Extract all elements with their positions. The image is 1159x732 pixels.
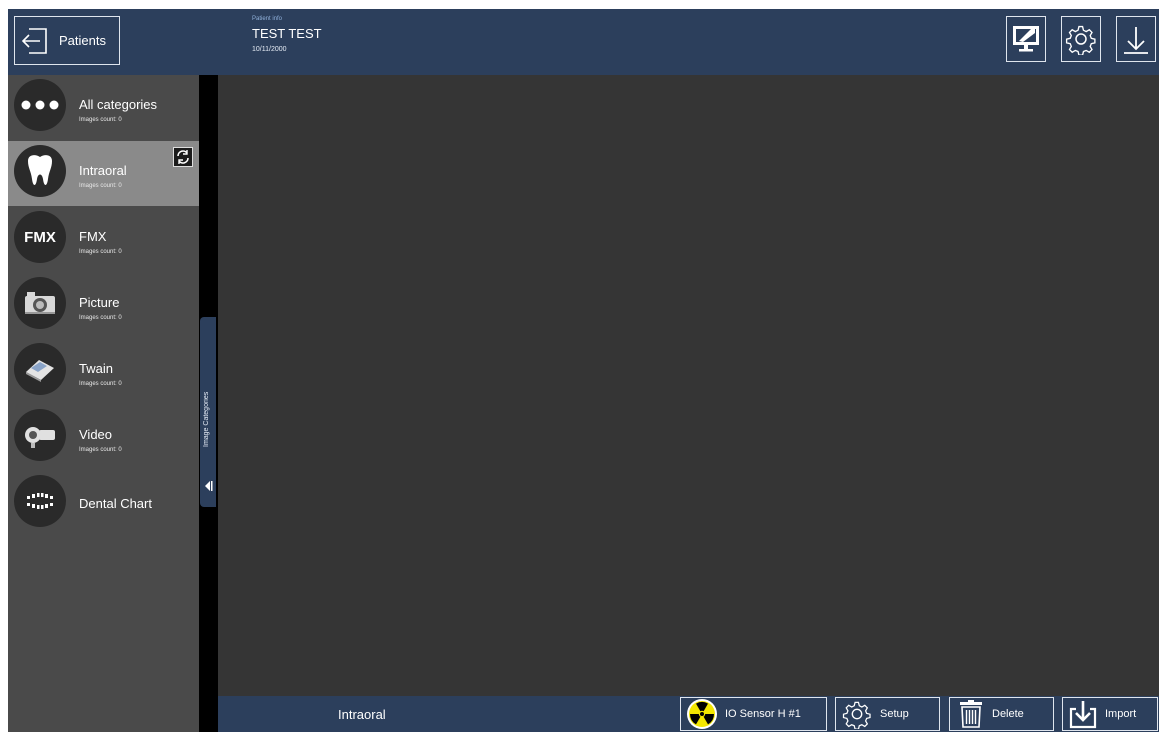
image-viewer-area[interactable]	[218, 75, 1159, 696]
bottom-toolbar: Intraoral IO Sensor H #1 Setup Delete Im…	[218, 696, 1159, 732]
setup-label: Setup	[880, 708, 909, 720]
category-dental-chart[interactable]: Dental Chart	[8, 471, 199, 536]
category-label: Intraoral	[79, 163, 127, 178]
category-count: Images count: 0	[79, 183, 122, 189]
category-label: Dental Chart	[79, 496, 152, 511]
patient-info-caption: Patient info	[252, 16, 283, 22]
category-count: Images count: 0	[79, 249, 122, 255]
category-count: Images count: 0	[79, 447, 122, 453]
dots-icon	[14, 79, 66, 131]
patient-name: TEST TEST	[252, 26, 322, 41]
category-video[interactable]: Video Images count: 0	[8, 405, 199, 470]
category-all[interactable]: All categories Images count: 0	[8, 75, 199, 140]
patients-button[interactable]: Patients	[14, 16, 120, 65]
import-label: Import	[1105, 708, 1137, 720]
category-intraoral[interactable]: Intraoral Images count: 0	[8, 141, 199, 206]
patient-date: 10/11/2000	[252, 46, 287, 53]
import-button[interactable]: Import	[1062, 697, 1158, 731]
download-button[interactable]	[1116, 16, 1156, 62]
scanner-icon	[14, 343, 66, 395]
category-twain[interactable]: Twain Images count: 0	[8, 339, 199, 404]
exit-icon	[15, 17, 55, 64]
category-label: Picture	[79, 295, 120, 310]
refresh-icon	[177, 150, 189, 164]
camera-icon	[14, 277, 66, 329]
image-categories-tab[interactable]: Image Categories	[200, 317, 216, 507]
setup-button[interactable]: Setup	[835, 697, 940, 731]
sensor-label: IO Sensor H #1	[725, 708, 801, 720]
sensor-button[interactable]: IO Sensor H #1	[680, 697, 827, 731]
collapse-arrow-icon	[205, 481, 213, 491]
header-bar: Patients Patient info TEST TEST 10/11/20…	[8, 9, 1159, 75]
download-icon	[1124, 27, 1148, 54]
app-window: Patients Patient info TEST TEST 10/11/20…	[8, 9, 1159, 732]
delete-label: Delete	[992, 708, 1024, 720]
refresh-button[interactable]	[173, 147, 193, 167]
delete-button[interactable]: Delete	[949, 697, 1054, 731]
fmx-icon: FMX	[14, 211, 66, 263]
category-count: Images count: 0	[79, 381, 122, 387]
patients-button-label: Patients	[59, 33, 106, 48]
category-label: FMX	[79, 229, 107, 244]
category-label: All categories	[79, 97, 158, 112]
video-camera-icon	[14, 409, 66, 461]
fmx-icon-text: FMX	[24, 228, 56, 246]
image-categories-tab-label: Image Categories	[203, 391, 210, 447]
category-sidebar: All categories Images count: 0 Intraoral…	[8, 75, 199, 732]
monitor-button[interactable]	[1006, 16, 1046, 62]
category-count: Images count: 0	[79, 315, 122, 321]
radiation-icon	[687, 699, 717, 729]
category-fmx[interactable]: FMX FMX Images count: 0	[8, 207, 199, 272]
category-picture[interactable]: Picture Images count: 0	[8, 273, 199, 338]
import-icon	[1069, 701, 1097, 729]
patient-info: Patient info TEST TEST 10/11/2000	[252, 16, 322, 53]
category-label: Video	[79, 427, 113, 442]
tooth-icon	[14, 145, 66, 197]
monitor-icon	[1013, 26, 1039, 52]
dental-chart-icon	[14, 475, 66, 527]
current-category-label: Intraoral	[338, 707, 386, 722]
gear-icon	[842, 701, 871, 729]
category-count: Images count: 0	[79, 117, 122, 123]
gear-icon	[1065, 25, 1096, 55]
trash-icon	[960, 700, 982, 728]
category-label: Twain	[79, 361, 113, 376]
settings-button[interactable]	[1061, 16, 1101, 62]
